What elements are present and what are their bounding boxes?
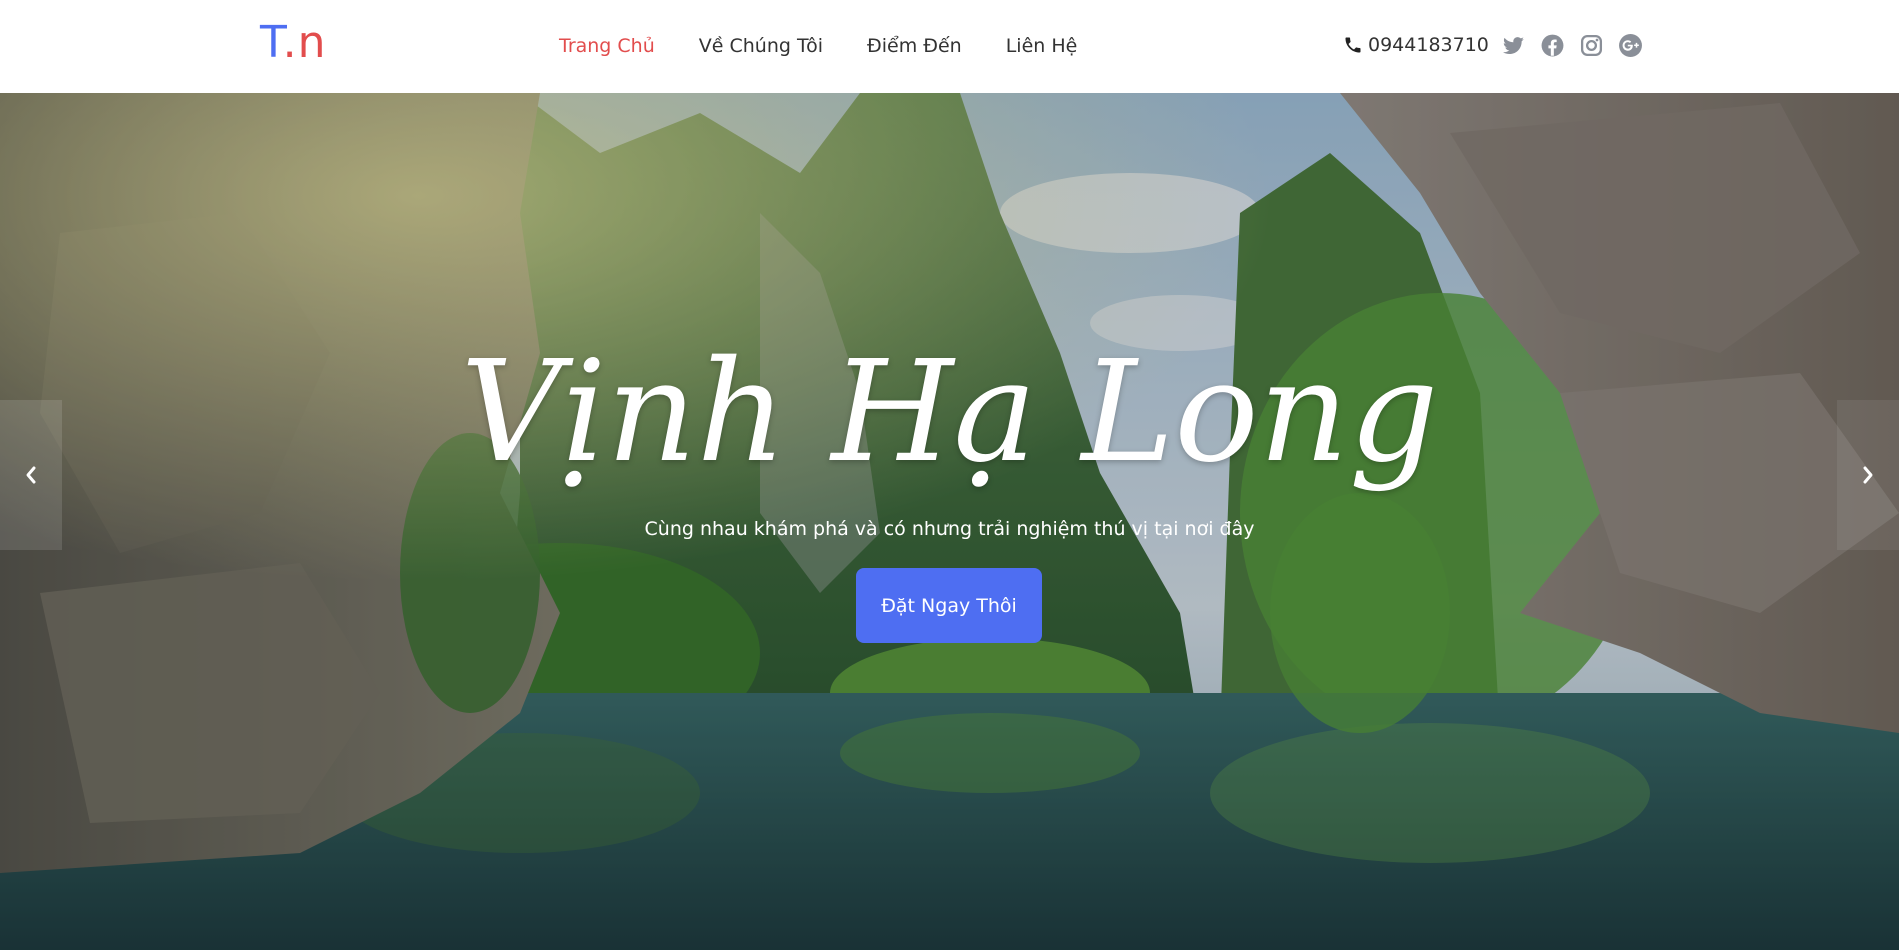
- nav-item-contact[interactable]: Liên Hệ: [1006, 32, 1078, 60]
- phone-number-link[interactable]: 0944183710: [1368, 34, 1489, 56]
- main-nav: Trang Chủ Về Chúng Tôi Điểm Đến Liên Hệ: [559, 32, 1077, 60]
- nav-item-home[interactable]: Trang Chủ: [559, 32, 655, 60]
- chevron-left-icon: [26, 466, 36, 484]
- twitter-icon[interactable]: [1501, 33, 1526, 58]
- facebook-icon[interactable]: [1540, 33, 1565, 58]
- phone-icon: [1343, 35, 1363, 55]
- instagram-icon[interactable]: [1579, 33, 1604, 58]
- site-logo[interactable]: T.n: [260, 18, 327, 68]
- nav-item-about[interactable]: Về Chúng Tôi: [699, 32, 823, 60]
- header-contact: 0944183710: [1343, 30, 1643, 60]
- social-links: [1501, 33, 1643, 58]
- hero-subtitle: Cùng nhau khám phá và có nhưng trải nghi…: [644, 518, 1255, 540]
- hero-title: Vịnh Hạ Long: [460, 331, 1439, 494]
- slider-prev-button[interactable]: [0, 400, 62, 550]
- hero-slider: Vịnh Hạ Long Cùng nhau khám phá và có nh…: [0, 93, 1899, 950]
- slider-next-button[interactable]: [1837, 400, 1899, 550]
- logo-dot: .: [282, 17, 298, 68]
- nav-item-destinations[interactable]: Điểm Đến: [867, 32, 962, 60]
- logo-letter-t: T: [260, 17, 283, 68]
- google-plus-icon[interactable]: [1618, 33, 1643, 58]
- site-header: T.n Trang Chủ Về Chúng Tôi Điểm Đến Liên…: [0, 0, 1899, 93]
- chevron-right-icon: [1863, 466, 1873, 484]
- book-now-button[interactable]: Đặt Ngay Thôi: [856, 568, 1042, 643]
- logo-letter-n: n: [297, 17, 327, 68]
